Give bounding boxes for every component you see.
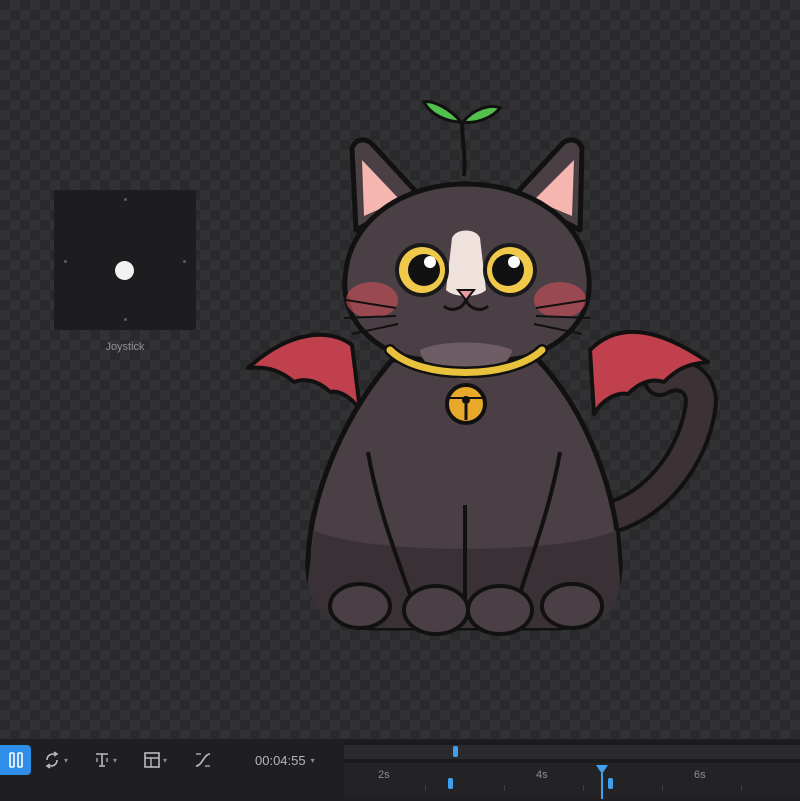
chevron-down-icon: ▾	[163, 755, 168, 765]
curve-tool-button[interactable]	[193, 745, 213, 775]
keyframe-marker[interactable]	[608, 778, 613, 789]
curve-icon	[195, 753, 211, 767]
layout-tool-dropdown[interactable]: ▾	[143, 745, 167, 775]
text-cursor-icon	[96, 753, 108, 767]
pause-button[interactable]	[0, 745, 31, 775]
current-time: 00:04:55	[255, 752, 306, 768]
loop-mode-dropdown[interactable]: ▾	[42, 745, 68, 775]
joystick-knob[interactable]	[115, 261, 134, 280]
joystick-mark-top	[124, 198, 127, 201]
time-readout-dropdown[interactable]: 00:04:55 ▾	[255, 745, 315, 775]
timeline[interactable]: 2s 4s 6s	[344, 741, 800, 799]
keyframe-marker[interactable]	[453, 746, 458, 757]
keyframe-marker[interactable]	[448, 778, 453, 789]
playhead[interactable]	[601, 773, 603, 799]
timeline-track[interactable]	[344, 745, 800, 759]
joystick-mark-bottom	[124, 318, 127, 321]
chevron-down-icon: ▾	[113, 755, 118, 765]
joystick-label: Joystick	[105, 341, 145, 353]
ruler-tick	[583, 785, 584, 791]
ruler-tick	[425, 785, 426, 791]
tick-label: 2s	[378, 769, 390, 781]
chevron-down-icon: ▾	[310, 755, 315, 765]
tick-label: 6s	[694, 769, 706, 781]
joystick-mark-left	[64, 260, 67, 263]
artboard-canvas[interactable]: Joystick	[0, 0, 800, 738]
joystick-mark-right	[183, 260, 186, 263]
ruler-tick	[504, 785, 505, 791]
ruler-tick	[741, 785, 742, 791]
layout-icon	[144, 752, 160, 768]
ruler-tick	[662, 785, 663, 791]
chevron-down-icon: ▾	[64, 755, 69, 765]
text-tool-dropdown[interactable]: ▾	[93, 745, 117, 775]
cat-character-illustration[interactable]	[236, 88, 736, 643]
timeline-ruler[interactable]	[344, 763, 800, 799]
loop-icon	[45, 751, 59, 769]
joystick-pad[interactable]	[54, 190, 196, 330]
pause-icon	[8, 752, 23, 768]
playback-toolbar: ▾ ▾ ▾ 00:04:55 ▾ 2s 4s 6s	[0, 738, 800, 801]
tick-label: 4s	[536, 769, 548, 781]
